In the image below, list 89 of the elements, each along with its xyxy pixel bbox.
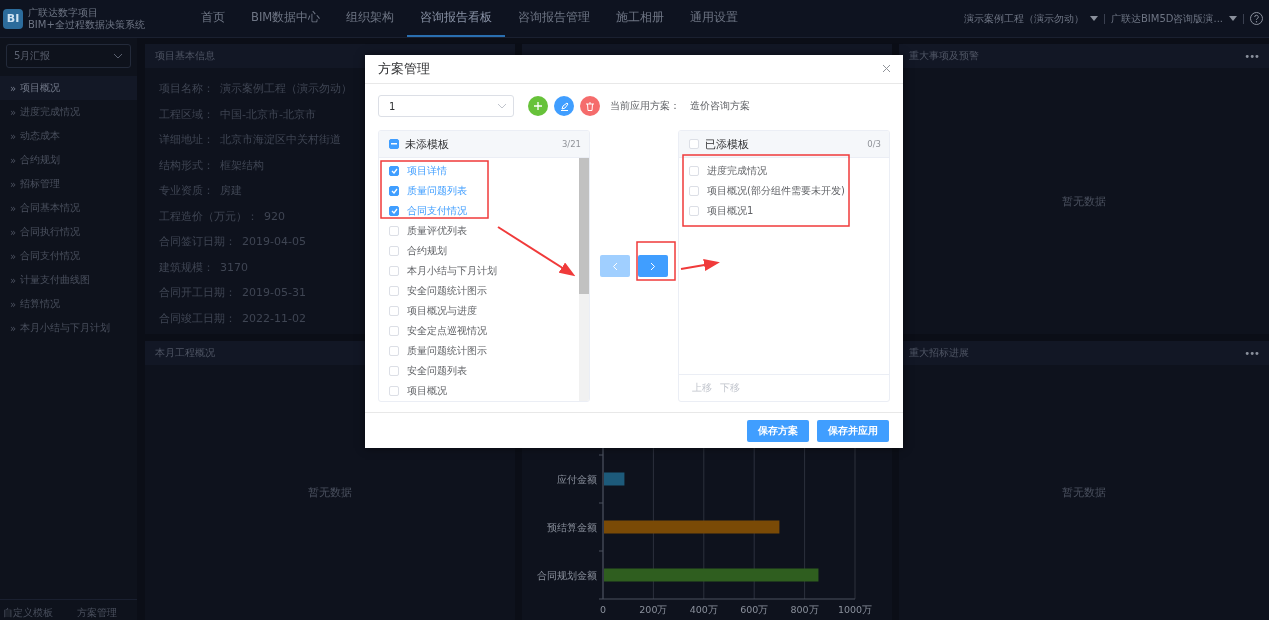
empty-text: 暂无数据 [1062, 193, 1106, 209]
tick-label: 400万 [689, 604, 718, 615]
tick-label: 0 [600, 604, 606, 615]
tick-label: 800万 [790, 604, 819, 615]
pencil-icon [559, 101, 569, 111]
template-item[interactable]: 本月小结与下月计划 [407, 264, 497, 278]
checkbox[interactable] [389, 166, 399, 176]
template-item[interactable]: 安全定点巡视情况 [407, 324, 487, 338]
template-item[interactable]: 安全问题列表 [407, 364, 467, 378]
sidebar-label: 合约规划 [20, 153, 61, 167]
template-item[interactable]: 项目概况 [407, 384, 447, 398]
chevron-icon [113, 53, 123, 59]
app-subtitle: BIM+全过程数据决策系统 [28, 18, 145, 31]
chevron-right-icon [650, 261, 656, 271]
bullet-marker: » [10, 106, 17, 118]
annotation-arrow [680, 259, 720, 271]
scheme-select[interactable]: 1 [378, 95, 514, 117]
delete-button[interactable] [580, 96, 600, 116]
bullet-marker: » [10, 202, 17, 214]
chevron-left-icon [612, 261, 618, 271]
bullet-marker: » [10, 298, 17, 310]
template-item[interactable]: 合约规划 [407, 244, 447, 258]
category-label: 合同规划金额 [537, 569, 597, 581]
caret-icon [1089, 16, 1098, 21]
checkbox[interactable] [389, 206, 399, 216]
bullet-marker: » [10, 226, 17, 238]
sidebar-label: 项目概况 [20, 81, 61, 95]
checkbox[interactable] [389, 186, 399, 196]
tick-label: 200万 [639, 604, 668, 615]
bullet-marker: » [10, 154, 17, 166]
bullet-marker: » [10, 82, 17, 94]
chevron-icon [497, 103, 507, 109]
more-button[interactable]: ••• [1244, 347, 1259, 359]
nav-tab[interactable]: 首页 [188, 0, 238, 37]
minus-icon [391, 143, 397, 145]
nav-tab[interactable]: 组织架构 [333, 0, 408, 37]
nav-tab[interactable]: 施工相册 [603, 0, 678, 37]
highlight-box [636, 241, 676, 281]
template-item[interactable]: 质量评优列表 [407, 224, 467, 238]
nav-tab[interactable]: 通用设置 [677, 0, 752, 37]
add-button[interactable] [528, 96, 548, 116]
bullet-marker: » [10, 274, 17, 286]
template-item[interactable]: 项目概况(部分组件需要未开发) [707, 184, 845, 198]
category-label: 预结算金额 [547, 521, 597, 533]
template-item[interactable]: 进度完成情况 [707, 164, 767, 178]
select-all-checkbox[interactable] [389, 139, 399, 149]
selection-count: 0/3 [867, 139, 881, 149]
template-item[interactable]: 项目概况与进度 [407, 304, 477, 318]
more-button[interactable]: ••• [1244, 50, 1259, 62]
sidebar-item[interactable]: » 项目概况 [0, 76, 137, 100]
save-button[interactable]: 保存方案 [747, 420, 809, 442]
tick-label: 1000万 [837, 604, 873, 615]
template-item[interactable]: 项目概况1 [707, 204, 754, 218]
dialog-title: 方案管理 [378, 60, 430, 78]
list-title: 已添模板 [705, 136, 749, 152]
current-scheme-value: 造价咨询方案 [690, 99, 750, 113]
selection-count: 3/21 [561, 139, 581, 149]
bullet-marker: » [10, 322, 17, 334]
move-right-button[interactable] [638, 255, 668, 277]
save-button[interactable]: 保存并应用 [817, 420, 889, 442]
app-title: 广联达数字项目 [28, 6, 99, 19]
logo: BI [3, 8, 23, 29]
list-title: 未添模板 [405, 136, 449, 152]
empty-text: 暂无数据 [1062, 485, 1106, 500]
current-scheme-label: 当前应用方案： [610, 99, 680, 113]
project-dropdown[interactable]: 演示案例工程（演示勿动） [963, 11, 1098, 26]
tick-label: 600万 [740, 604, 769, 615]
nav-tab[interactable]: 咨询报告管理 [505, 0, 604, 37]
bullet-marker: » [10, 250, 17, 262]
template-item[interactable]: 合同支付情况 [407, 204, 467, 218]
caret-icon [1229, 16, 1237, 21]
sidebar-item[interactable]: » 合约规划 [0, 148, 137, 172]
report-dropdown[interactable]: 5月汇报 [6, 44, 131, 68]
help-icon[interactable] [1250, 12, 1263, 25]
template-item[interactable]: 质量问题统计图示 [407, 344, 487, 358]
edit-button[interactable] [554, 96, 574, 116]
template-item[interactable]: 项目详情 [407, 164, 447, 178]
scrollbar[interactable] [579, 158, 589, 401]
trash-icon [586, 101, 594, 111]
nav-tab[interactable]: 咨询报告看板 [407, 0, 506, 37]
template-item[interactable]: 安全问题统计图示 [407, 284, 487, 298]
empty-text: 暂无数据 [308, 485, 352, 500]
organization-dropdown[interactable]: 广联达BIM5D咨询版演... [1110, 11, 1237, 26]
bullet-marker: » [10, 130, 17, 142]
plus-icon [534, 102, 542, 110]
bullet-marker: » [10, 178, 17, 190]
template-item[interactable]: 质量问题列表 [407, 184, 467, 198]
nav-tab[interactable]: BIM数据中心 [238, 0, 334, 37]
category-label: 应付金额 [557, 473, 597, 485]
